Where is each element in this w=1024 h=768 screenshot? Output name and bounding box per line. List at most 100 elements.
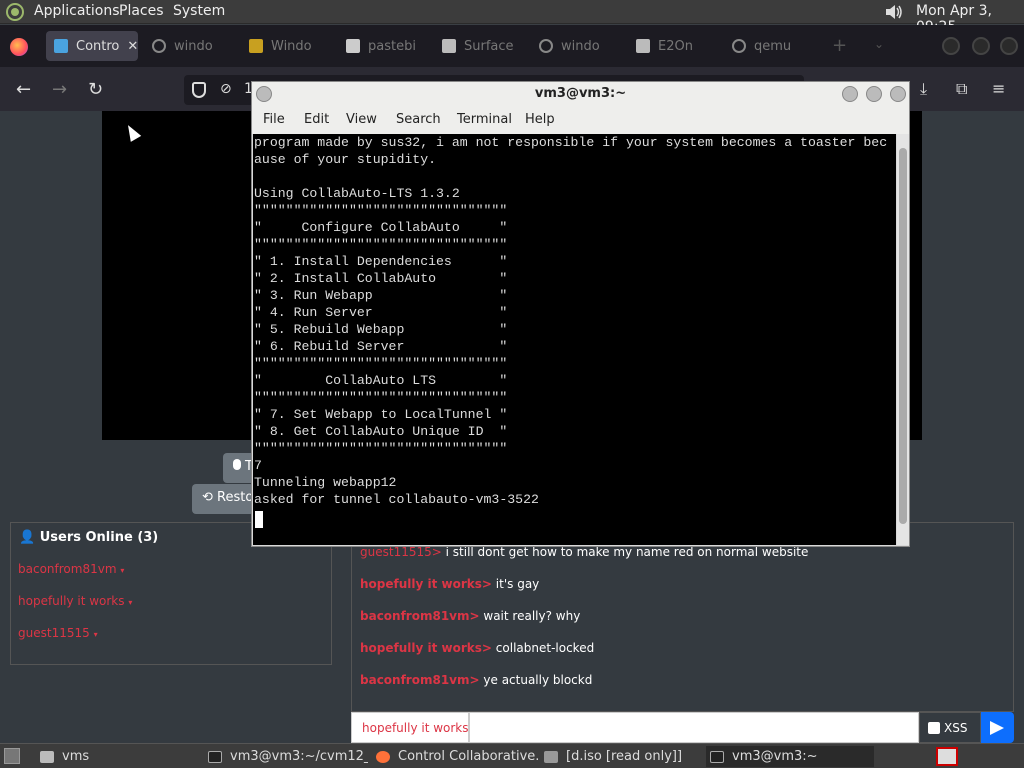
send-button[interactable] [981,712,1014,743]
show-desktop-icon[interactable] [4,748,20,764]
chat-user[interactable]: hopefully it works> [360,577,492,591]
tab-label: pastebi [368,38,416,54]
top-panel: Applications Places System Mon Apr 3, 09… [0,0,1024,35]
restore-label: Resto [217,490,254,505]
user-item[interactable]: hopefully it works ▾ [18,594,132,608]
maximize-icon[interactable] [866,86,882,102]
close-tab-icon[interactable]: ✕ [127,39,138,54]
xss-checkbox[interactable] [928,722,940,734]
firefox-icon[interactable] [10,38,28,56]
terminal-title: vm3@vm3:~ [534,86,627,101]
close-window-icon[interactable] [1000,37,1018,55]
terminal-icon [710,750,724,763]
task-terminal-1[interactable]: vm3@vm3:~/cvm12_2 [204,746,368,767]
download-icon[interactable]: ⤓ [920,79,927,99]
tab-surface[interactable]: Surface [442,31,518,61]
user-item[interactable]: guest11515 ▾ [18,626,98,640]
close-icon[interactable] [890,86,906,102]
tab-label: Windo [271,38,312,54]
xss-toggle[interactable]: XSS [919,712,981,743]
tab-google-1[interactable]: windo [152,31,228,61]
menu-file[interactable]: File [263,112,285,127]
columns-icon [636,39,650,53]
chat-panel: guest11515> i still dont get how to make… [351,522,1014,712]
columns-icon [442,39,456,53]
reload-icon[interactable]: ↻ [88,79,103,100]
undo-icon: ⟲ [202,490,213,505]
places-menu[interactable]: Places [119,3,164,19]
caret-down-icon: ▾ [93,630,98,639]
chat-user[interactable]: baconfrom81vm> [360,609,480,623]
users-title-text: Users Online (3) [39,530,159,545]
menu-icon[interactable]: ≡ [992,79,1005,98]
tab-qemu[interactable]: qemu [732,31,808,61]
send-icon [990,721,1004,735]
users-online-title: 👤 Users Online (3) [19,530,158,545]
minimize-icon[interactable] [942,37,960,55]
menu-view[interactable]: View [346,112,377,127]
terminal-output[interactable]: program made by sus32, i am not responsi… [253,134,896,545]
shield-icon[interactable] [192,82,206,98]
task-label: Control Collaborative... [398,749,538,764]
chat-message: hopefully it works> collabnet-locked [360,641,594,655]
chat-user[interactable]: guest11515> [360,545,442,559]
chat-message: baconfrom81vm> ye actually blockd [360,673,592,687]
task-iso[interactable]: [d.iso [read only]] [540,746,704,767]
forward-icon[interactable]: → [52,79,67,100]
new-tab-icon[interactable]: + [832,35,847,56]
caret-down-icon: ▾ [120,566,125,575]
tab-label: Contro [76,38,120,54]
chat-user[interactable]: hopefully it works> [360,641,492,655]
tab-label: qemu [754,38,792,54]
terminal-window: vm3@vm3:~ File Edit View Search Terminal… [251,81,910,547]
extensions-icon[interactable]: ⧉ [956,79,967,99]
tab-windows[interactable]: Windo [249,31,325,61]
tab-google-2[interactable]: windo [539,31,615,61]
task-firefox[interactable]: Control Collaborative... [372,746,538,767]
menu-edit[interactable]: Edit [304,112,329,127]
terminal-text: program made by sus32, i am not responsi… [254,135,888,507]
system-menu[interactable]: System [173,3,225,19]
minimize-icon[interactable] [842,86,858,102]
tab-control[interactable]: Contro ✕ [46,31,138,61]
maximize-icon[interactable] [972,37,990,55]
chat-message-input[interactable] [469,712,919,743]
tab-label: E2On [658,38,693,54]
scrollbar-thumb[interactable] [899,148,907,524]
tab-e2on[interactable]: E2On [636,31,712,61]
xss-label: XSS [944,721,968,735]
chat-message: hopefully it works> it's gay [360,577,539,591]
terminal-scrollbar[interactable] [897,134,909,545]
text-cursor [255,511,263,528]
folder-icon [40,750,54,763]
tab-label: windo [561,38,600,54]
speaker-icon[interactable] [884,3,904,21]
task-vms[interactable]: vms [36,746,156,767]
username-label[interactable]: hopefully it works [351,712,469,743]
menu-terminal[interactable]: Terminal [457,112,512,127]
restore-button[interactable]: ⟲ Resto [192,484,254,514]
lock-icon[interactable]: ⊘ [220,81,232,97]
chat-message: baconfrom81vm> wait really? why [360,609,580,623]
chat-text: wait really? why [483,609,581,623]
google-icon [152,39,166,53]
tab-bar: Contro ✕ windo Windo pastebi Surface win… [0,25,1024,67]
task-terminal-2[interactable]: vm3@vm3:~ [706,746,874,767]
chat-user[interactable]: baconfrom81vm> [360,673,480,687]
back-icon[interactable]: ← [16,79,31,100]
task-label: vms [62,749,90,764]
tab-pastebin[interactable]: pastebi [346,31,422,61]
chevron-down-icon[interactable]: ⌄ [874,37,884,51]
user-item[interactable]: baconfrom81vm ▾ [18,562,124,576]
gnome-foot-icon[interactable] [6,3,24,21]
favicon-icon [249,39,263,53]
monitor-icon [54,39,68,53]
menu-search[interactable]: Search [396,112,441,127]
task-label: vm3@vm3:~/cvm12_2 [230,749,368,764]
terminal-titlebar[interactable]: vm3@vm3:~ [252,82,909,106]
applications-menu[interactable]: Applications [34,3,120,19]
menu-help[interactable]: Help [525,112,555,127]
firefox-icon [376,750,390,763]
disk-icon [544,750,558,763]
workspace-switcher[interactable] [936,747,958,766]
